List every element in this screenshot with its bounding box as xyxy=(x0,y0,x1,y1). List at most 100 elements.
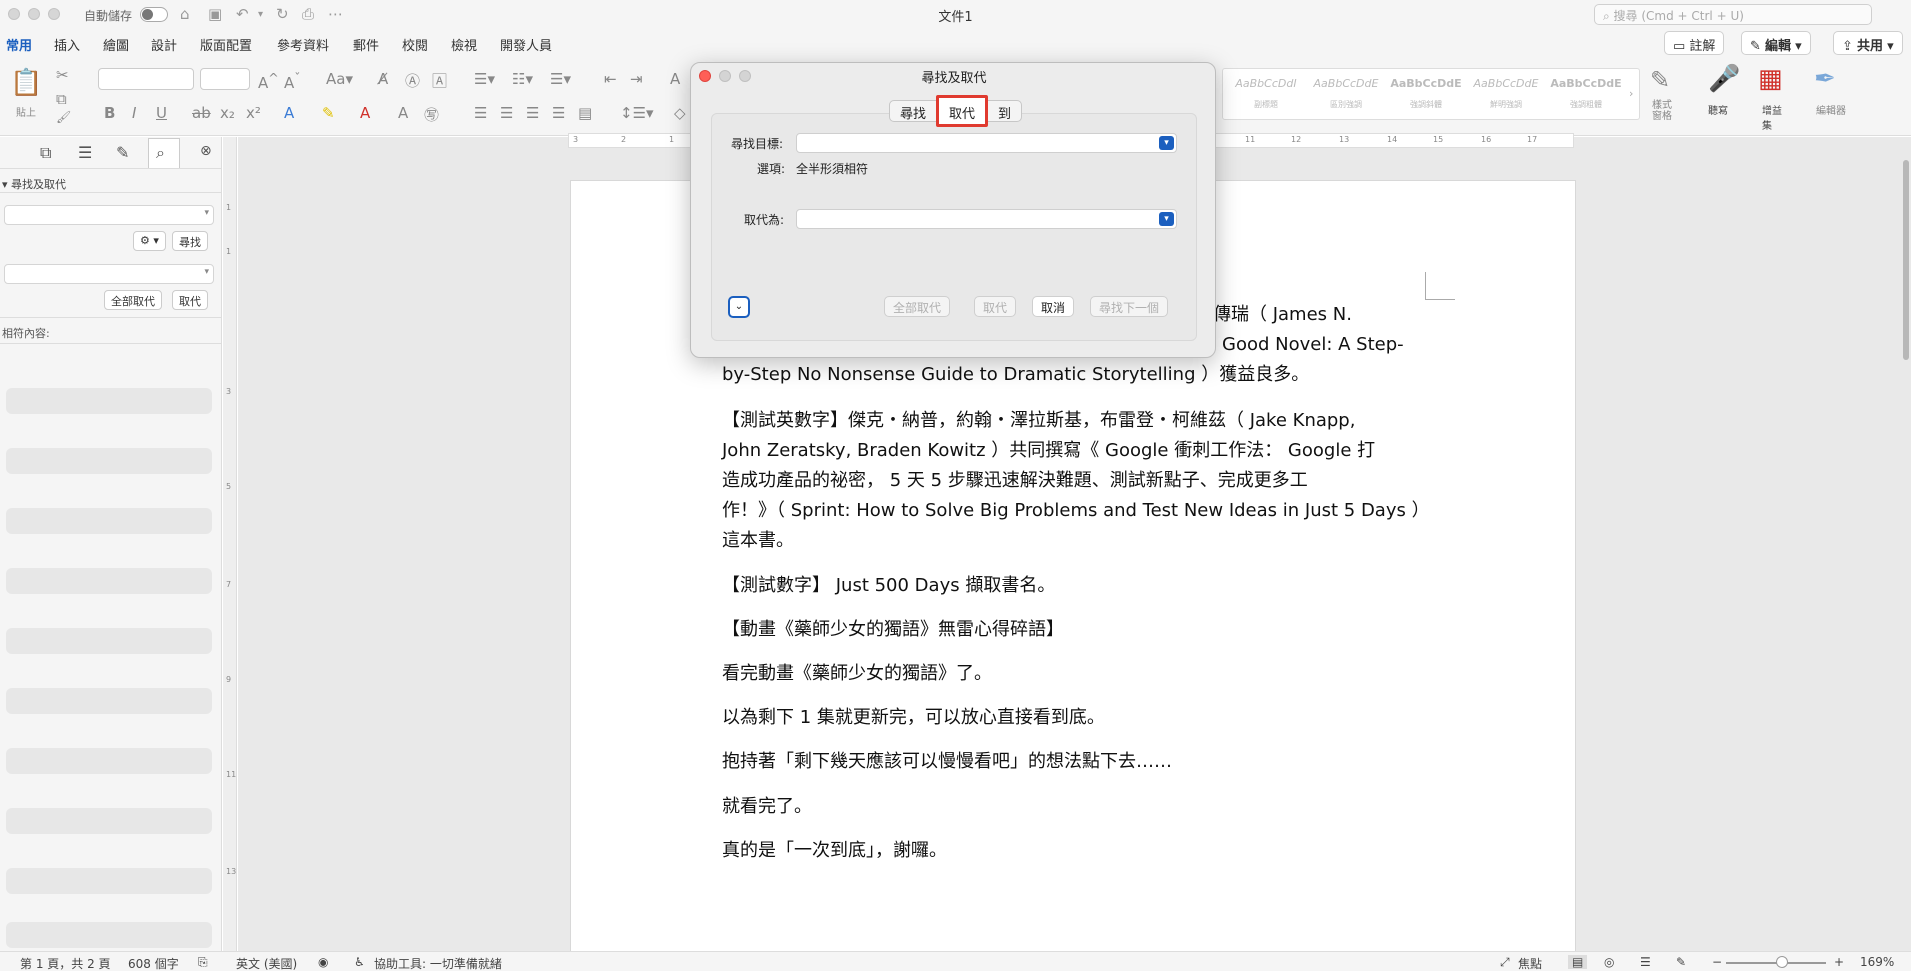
tab-mailings[interactable]: 郵件 xyxy=(353,35,379,54)
numbering-icon[interactable]: ☷▾ xyxy=(512,70,533,88)
doc-line[interactable]: 【測試英數字】傑克・納普，約翰・澤拉斯基，布雷登・柯維茲（ Jake Knapp… xyxy=(722,406,1355,436)
doc-line[interactable]: 這本書。 xyxy=(722,526,794,556)
doc-line[interactable]: 傳瑞（ James N. xyxy=(1213,300,1352,330)
find-next-button[interactable]: 尋找下一個 xyxy=(1090,296,1169,317)
replace-with-input[interactable]: ▾ xyxy=(796,209,1177,229)
doc-line[interactable]: John Zeratsky, Braden Kowitz ）共同撰寫《 Goog… xyxy=(722,436,1375,466)
bold-icon[interactable]: B xyxy=(104,104,115,122)
format-painter-icon[interactable]: 🖌 xyxy=(56,110,71,124)
font-name-select[interactable] xyxy=(98,68,194,90)
doc-line[interactable]: 抱持著「剩下幾天應該可以慢慢看吧」的想法點下去…… xyxy=(722,747,1172,777)
tab-home[interactable]: 常用 xyxy=(6,35,33,60)
change-case-icon[interactable]: Aa▾ xyxy=(326,70,353,88)
tab-review[interactable]: 校閱 xyxy=(402,35,428,54)
doc-line[interactable]: 就看完了。 xyxy=(722,792,812,822)
chevron-right-icon[interactable]: › xyxy=(1629,87,1633,100)
decrease-indent-icon[interactable]: ⇤ xyxy=(604,70,617,88)
cancel-button[interactable]: 取消 xyxy=(1032,296,1075,317)
edit-doc-icon[interactable]: ✎ xyxy=(116,143,129,162)
focus-icon[interactable]: ⤢ xyxy=(1500,955,1510,970)
accessibility-icon[interactable]: ♿ xyxy=(354,955,365,969)
tab-insert[interactable]: 插入 xyxy=(54,35,80,54)
tab-view[interactable]: 檢視 xyxy=(451,35,477,54)
zoom-in-icon[interactable]: + xyxy=(1834,955,1844,969)
doc-line[interactable]: 【動畫《藥師少女的獨語》無雷心得碎語】 xyxy=(722,615,1064,645)
tab-developer[interactable]: 開發人員 xyxy=(500,35,552,54)
editing-button[interactable]: ✎ 編輯 ▾ xyxy=(1741,31,1811,55)
doc-line[interactable]: 造成功產品的祕密， 5 天 5 步驟迅速解決難題、測試新點子、完成更多工 xyxy=(722,466,1308,496)
outline-icon[interactable]: ☰ xyxy=(78,143,92,162)
doc-line[interactable]: 【測試數字】 Just 500 Days 擷取書名。 xyxy=(722,571,1055,601)
draft-view-icon[interactable]: ✎ xyxy=(1676,955,1686,969)
doc-line[interactable]: 以為剩下 1 集就更新完，可以放心直接看到底。 xyxy=(722,703,1105,733)
microphone-icon[interactable]: 🎤 xyxy=(1708,64,1740,94)
accessibility-status[interactable]: 協助工具: 一切準備就緒 xyxy=(374,955,502,971)
enclose-char-icon[interactable]: ㊢ xyxy=(424,104,439,125)
chevron-down-icon[interactable]: ▾ xyxy=(1159,136,1174,150)
char-shading-icon[interactable]: A xyxy=(398,104,408,122)
language[interactable]: 英文 (美國) xyxy=(236,955,297,971)
close-icon[interactable]: ⊗ xyxy=(200,143,212,159)
font-size-select[interactable] xyxy=(200,68,250,90)
expand-options-button[interactable]: ⌄ xyxy=(728,296,750,318)
text-effects-icon[interactable]: A xyxy=(284,104,294,122)
text-direction-icon[interactable]: A xyxy=(670,70,680,88)
align-right-icon[interactable]: ☰ xyxy=(526,104,539,122)
tab-references[interactable]: 參考資料 xyxy=(277,35,329,54)
sidebar-replace-input[interactable]: ▾ xyxy=(4,264,214,284)
proofing-icon[interactable]: ⎘ xyxy=(198,955,208,970)
doc-line[interactable]: Good Novel: A Step- xyxy=(1222,330,1404,360)
editor-icon[interactable]: ✒ xyxy=(1814,64,1836,94)
outline-view-icon[interactable]: ☰ xyxy=(1640,955,1651,969)
tab-draw[interactable]: 繪圖 xyxy=(103,35,129,54)
shrink-font-icon[interactable]: Aˇ xyxy=(284,70,301,92)
clear-format-icon[interactable]: A̸ xyxy=(378,70,388,88)
superscript-icon[interactable]: x² xyxy=(246,104,261,122)
vertical-scrollbar[interactable] xyxy=(1903,160,1909,360)
macro-record-icon[interactable]: ◉ xyxy=(318,955,328,969)
styles-gallery[interactable]: AaBbCcDdI 副標題 AaBbCcDdE 區別強調 AaBbCcDdE 強… xyxy=(1222,68,1640,120)
search-input[interactable]: ⌕ 搜尋 (Cmd + Ctrl + U) xyxy=(1594,4,1872,25)
multilevel-list-icon[interactable]: ☰▾ xyxy=(550,70,571,88)
sidebar-replace-all-button[interactable]: 全部取代 xyxy=(104,290,162,310)
web-layout-icon[interactable]: ◎ xyxy=(1604,955,1614,969)
find-replace-section-header[interactable]: ▾ 尋找及取代 xyxy=(2,176,66,192)
doc-line[interactable]: 看完動畫《藥師少女的獨語》了。 xyxy=(722,659,992,689)
tab-layout[interactable]: 版面配置 xyxy=(200,35,252,54)
bullets-icon[interactable]: ☰▾ xyxy=(474,70,495,88)
distributed-icon[interactable]: ▤ xyxy=(578,104,592,122)
subscript-icon[interactable]: x₂ xyxy=(220,104,235,122)
char-border-icon[interactable]: 🄰 xyxy=(432,70,447,91)
sidebar-replace-button[interactable]: 取代 xyxy=(172,290,208,310)
print-layout-icon[interactable]: ▤ xyxy=(1568,955,1588,969)
copy-icon[interactable]: ⧉ xyxy=(56,90,67,108)
increase-indent-icon[interactable]: ⇥ xyxy=(630,70,643,88)
sidebar-options-button[interactable]: ⚙ ▾ xyxy=(133,231,166,251)
align-center-icon[interactable]: ☰ xyxy=(500,104,513,122)
text-effect-box-icon[interactable]: Ⓐ xyxy=(405,70,420,91)
doc-line[interactable]: by-Step No Nonsense Guide to Dramatic St… xyxy=(722,360,1309,390)
search-icon[interactable]: ⌕ xyxy=(148,138,180,168)
zoom-out-icon[interactable]: − xyxy=(1712,955,1722,969)
italic-icon[interactable]: I xyxy=(132,104,136,122)
paste-icon[interactable]: 📋 xyxy=(10,68,42,98)
justify-icon[interactable]: ☰ xyxy=(552,104,565,122)
grow-font-icon[interactable]: A^ xyxy=(258,70,279,92)
style-pane-icon[interactable]: ✎ xyxy=(1650,66,1670,94)
dialog-tab-find[interactable]: 尋找 xyxy=(890,101,936,122)
find-what-input[interactable]: ▾ xyxy=(796,133,1177,153)
highlight-icon[interactable]: ✎ xyxy=(322,104,335,122)
cut-icon[interactable]: ✂ xyxy=(56,66,69,84)
doc-line[interactable]: 真的是「一次到底」，謝囉。 xyxy=(722,836,947,866)
focus-label[interactable]: 焦點 xyxy=(1518,955,1542,971)
shading-icon[interactable]: ◇ xyxy=(674,104,686,122)
replace-button[interactable]: 取代 xyxy=(974,296,1017,317)
align-left-icon[interactable]: ☰ xyxy=(474,104,487,122)
page-count[interactable]: 第 1 頁，共 2 頁 xyxy=(20,955,111,971)
zoom-slider-handle[interactable] xyxy=(1776,956,1788,968)
line-spacing-icon[interactable]: ↕☰▾ xyxy=(620,104,654,122)
sidebar-find-input[interactable]: ▾ xyxy=(4,205,214,225)
font-color-icon[interactable]: A xyxy=(360,104,370,122)
strikethrough-icon[interactable]: ab xyxy=(192,104,211,122)
share-button[interactable]: ⇪ 共用 ▾ xyxy=(1833,31,1903,55)
